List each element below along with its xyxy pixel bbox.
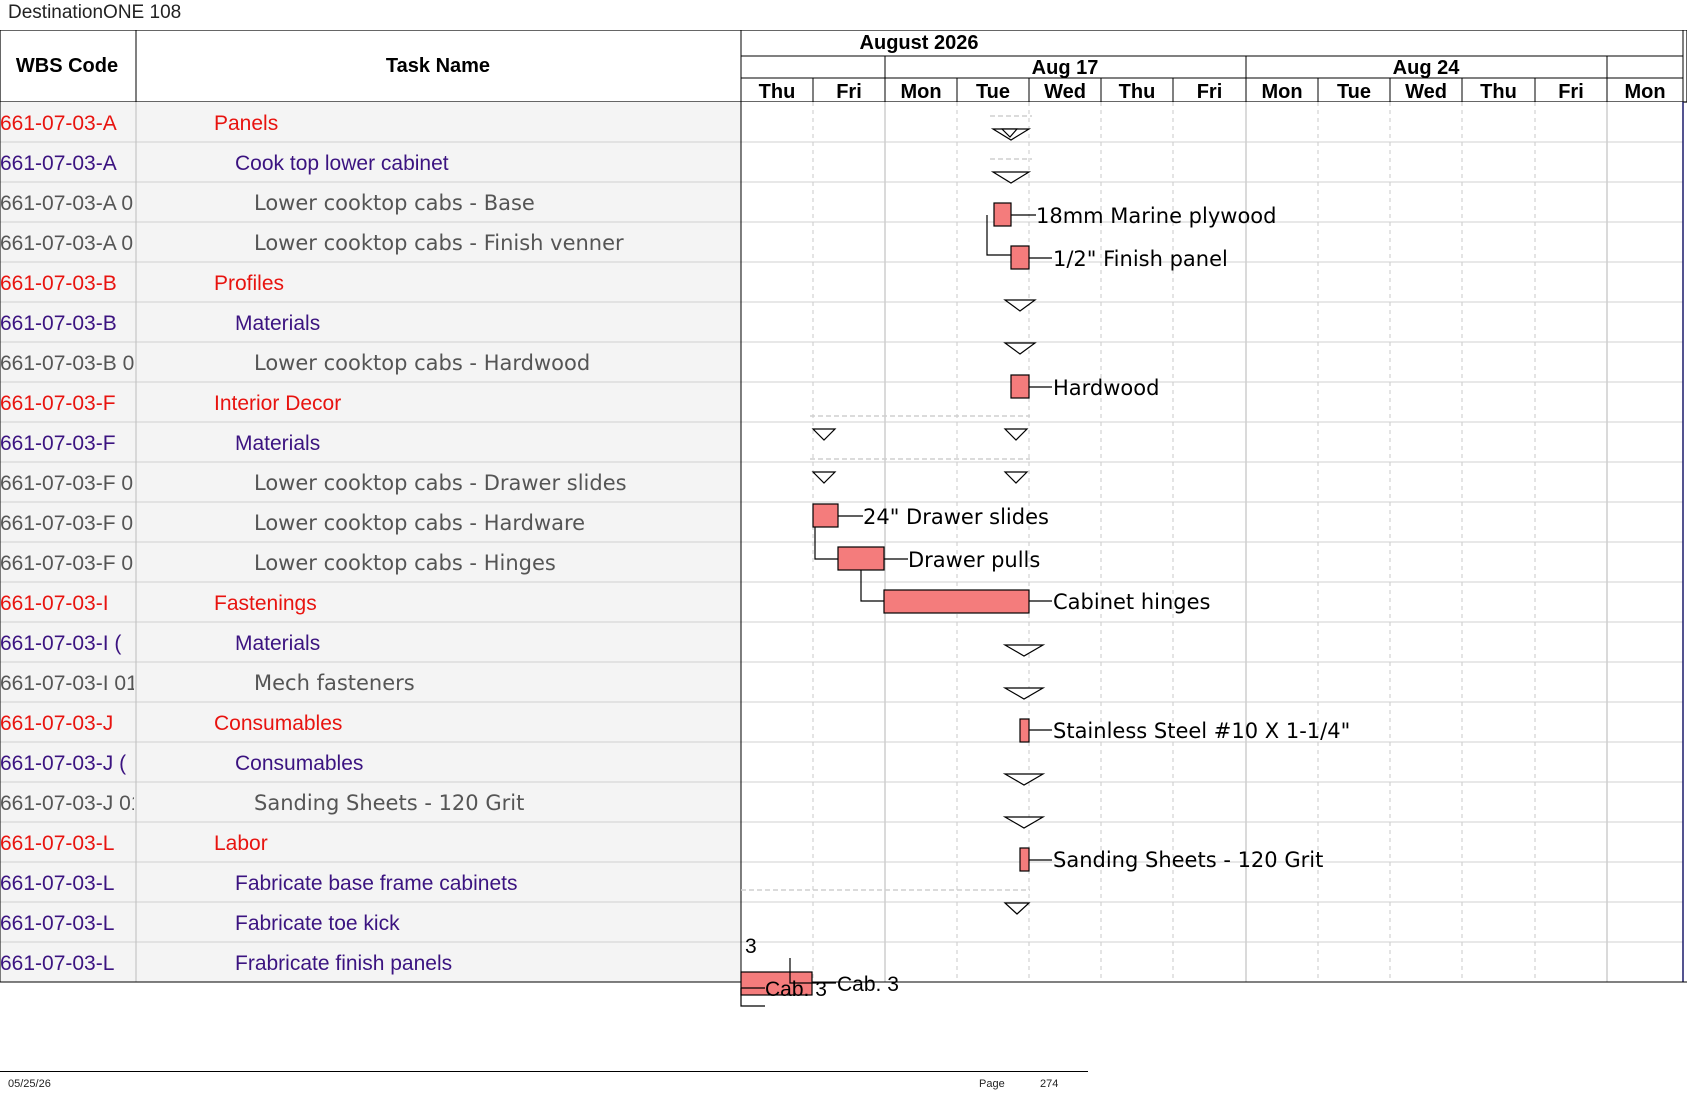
bar-label: 1/2" Finish panel — [1053, 247, 1228, 271]
task-bar[interactable] — [1019, 847, 1030, 872]
wbs-code: 661-07-03-L — [0, 952, 114, 975]
wbs-code: 661-07-03-F 0 — [0, 512, 133, 535]
gantt-header: WBS Code Task Name August 2026 Aug 17 Au… — [0, 30, 1687, 103]
week-label-aug-17: Aug 17 — [1032, 57, 1099, 79]
bar-label: 24" Drawer slides — [863, 505, 1049, 529]
month-label: August 2026 — [860, 32, 979, 54]
day-label: Thu — [1480, 81, 1517, 103]
footer-page-number: 274 — [1040, 1078, 1059, 1090]
task-name: Consumables — [235, 752, 363, 775]
wbs-code: 661-07-03-J ( — [0, 752, 126, 775]
table-row[interactable]: 661-07-03-J 01 Sanding Sheets - 120 Grit — [0, 791, 524, 815]
wbs-code: 661-07-03-I ( — [0, 632, 121, 655]
task-name: Sanding Sheets - 120 Grit — [254, 791, 524, 815]
table-row[interactable]: 661-07-03-F 0 Lower cooktop cabs - Drawer… — [0, 471, 627, 495]
day-label: Wed — [1405, 81, 1447, 103]
table-row[interactable]: 661-07-03-F 0 Lower cooktop cabs - Hinges — [0, 551, 556, 575]
app-title: DestinationONE 108 — [8, 2, 182, 23]
task-name: Consumables — [214, 712, 342, 735]
day-label: Wed — [1044, 81, 1086, 103]
task-name: Lower cooktop cabs - Hardware — [254, 511, 585, 535]
task-bar[interactable] — [883, 589, 1030, 614]
day-label: Thu — [759, 81, 796, 103]
bar-label: Cabinet hinges — [1053, 590, 1210, 614]
bar-label: Stainless Steel #10 X 1-1/4" — [1053, 719, 1350, 743]
task-name: Fabricate base frame cabinets — [235, 872, 517, 895]
header-task-name[interactable]: Task Name — [386, 55, 490, 77]
wbs-code: 661-07-03-B — [0, 312, 117, 335]
day-label: Thu — [1119, 81, 1156, 103]
task-bar[interactable] — [1010, 245, 1030, 270]
task-bar[interactable] — [1019, 718, 1030, 743]
table-row[interactable]: 661-07-03-F 0 Lower cooktop cabs - Hardwa… — [0, 511, 585, 535]
wbs-code: 661-07-03-L — [0, 912, 114, 935]
task-bar[interactable] — [837, 546, 885, 571]
wbs-code: 661-07-03-A — [0, 152, 117, 175]
day-label: Fri — [1197, 81, 1223, 103]
task-name: Materials — [235, 632, 320, 655]
header-wbs-code[interactable]: WBS Code — [16, 55, 118, 77]
bar-label: 3 — [745, 935, 757, 958]
day-label: Tue — [1337, 81, 1371, 103]
wbs-code: 661-07-03-I — [0, 592, 109, 615]
day-label: Fri — [836, 81, 862, 103]
wbs-code: 661-07-03-L — [0, 872, 114, 895]
wbs-code: 661-07-03-J 01 — [0, 792, 142, 815]
task-name: Fabricate toe kick — [235, 912, 400, 935]
task-bar[interactable] — [812, 503, 839, 528]
wbs-code: 661-07-03-F 0 — [0, 472, 133, 495]
wbs-code: 661-07-03-A 0 — [0, 232, 133, 255]
task-name: Fastenings — [214, 592, 317, 615]
wbs-code: 661-07-03-B 0 — [0, 352, 134, 375]
table-row[interactable]: 661-07-03-A 0 Lower cooktop cabs - Finish… — [0, 231, 624, 255]
wbs-code: 661-07-03-F 0 — [0, 552, 133, 575]
wbs-code: 661-07-03-L — [0, 832, 114, 855]
wbs-code: 661-07-03-A 0 — [0, 192, 133, 215]
day-label: Mon — [1261, 81, 1302, 103]
table-row[interactable]: 661-07-03-A 0 Lower cooktop cabs - Base — [0, 191, 535, 215]
wbs-code: 661-07-03-A — [0, 112, 117, 135]
footer-date: 05/25/26 — [8, 1078, 51, 1090]
bar-label: Cab. 3 — [837, 973, 899, 996]
footer-page-label: Page — [979, 1078, 1005, 1090]
task-name: Panels — [214, 112, 278, 135]
footer-divider — [0, 1071, 1088, 1072]
bar-label: Drawer pulls — [908, 548, 1040, 572]
gantt-body: 661-07-03-A Panels 661-07-03-A Cook top low… — [0, 30, 1687, 1007]
task-name: Mech fasteners — [254, 671, 415, 695]
task-bar[interactable] — [1010, 374, 1030, 399]
wbs-code: 661-07-03-I 01 — [0, 672, 138, 695]
wbs-code: 661-07-03-F — [0, 392, 116, 415]
task-name: Interior Decor — [214, 392, 341, 415]
task-bar[interactable] — [993, 202, 1012, 227]
task-name: Lower cooktop cabs - Base — [254, 191, 535, 215]
task-name: Lower cooktop cabs - Drawer slides — [254, 471, 627, 495]
bar-label: 18mm Marine plywood — [1036, 204, 1276, 228]
bar-label: Cab. 3 — [765, 978, 827, 1001]
table-row[interactable]: 661-07-03-B 0 Lower cooktop cabs - Hardwo… — [0, 351, 590, 375]
bar-label: Sanding Sheets - 120 Grit — [1053, 848, 1323, 872]
day-label: Mon — [1624, 81, 1665, 103]
task-name: Frabricate finish panels — [235, 952, 452, 975]
task-name: Lower cooktop cabs - Hardwood — [254, 351, 590, 375]
task-name: Materials — [235, 312, 320, 335]
gantt-sheet: WBS Code Task Name August 2026 Aug 17 Au… — [0, 30, 1687, 1007]
task-name: Lower cooktop cabs - Finish venner — [254, 231, 624, 255]
day-label: Mon — [900, 81, 941, 103]
table-row[interactable]: 661-07-03-L Fabricate base frame cabinets — [0, 872, 517, 895]
week-label-aug-24: Aug 24 — [1393, 57, 1461, 79]
day-label: Tue — [976, 81, 1010, 103]
task-name: Labor — [214, 832, 268, 855]
wbs-code: 661-07-03-F — [0, 432, 116, 455]
wbs-code: 661-07-03-J — [0, 712, 113, 735]
task-name: Profiles — [214, 272, 284, 295]
task-name: Materials — [235, 432, 320, 455]
task-name: Lower cooktop cabs - Hinges — [254, 551, 556, 575]
day-label: Fri — [1558, 81, 1584, 103]
bar-label: Hardwood — [1053, 376, 1159, 400]
task-name: Cook top lower cabinet — [235, 152, 449, 175]
wbs-code: 661-07-03-B — [0, 272, 117, 295]
